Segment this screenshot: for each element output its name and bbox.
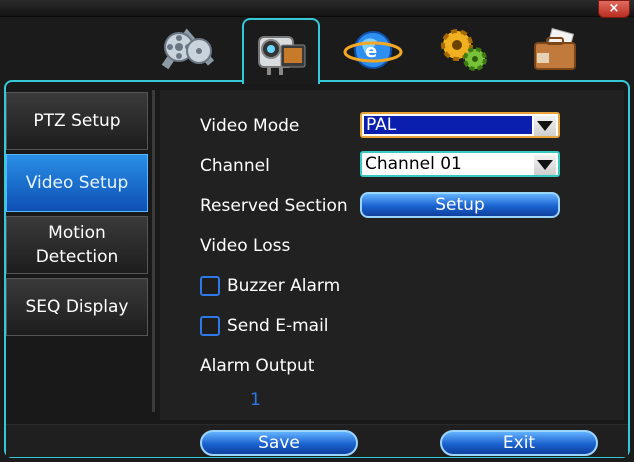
tab-network[interactable]: e [338, 20, 408, 80]
sidebar-item-label: Video Setup [25, 173, 129, 193]
exit-label: Exit [502, 433, 536, 453]
sidebar-item-video-setup[interactable]: Video Setup [6, 154, 148, 212]
channel-label: Channel [200, 156, 270, 176]
svg-text:e: e [365, 41, 377, 62]
exit-button[interactable]: Exit [440, 430, 598, 456]
sidebar-item-motion-detection[interactable]: Motion Detection [6, 216, 148, 274]
tab-system[interactable] [430, 20, 500, 80]
reserved-setup-button[interactable]: Setup [360, 192, 560, 218]
reserved-setup-label: Setup [435, 195, 485, 215]
briefcase-icon [534, 27, 576, 70]
alarm-output-value[interactable]: 1 [250, 390, 261, 410]
reserved-section-label: Reserved Section [200, 196, 348, 216]
camera-icon [258, 36, 306, 75]
sidebar-item-label: SEQ Display [25, 297, 129, 317]
chevron-down-icon[interactable] [534, 116, 556, 136]
chevron-down-icon[interactable] [534, 155, 556, 175]
alarm-output-label: Alarm Output [200, 356, 315, 376]
tab-advanced[interactable] [522, 20, 592, 80]
film-reel-icon [161, 28, 215, 70]
video-loss-label: Video Loss [200, 236, 291, 256]
dvr-setup-window: × e PTZ Setup Video Setup Motion Detecti… [0, 0, 634, 462]
sidebar-item-ptz-setup[interactable]: PTZ Setup [6, 92, 148, 150]
title-bar: × [0, 0, 634, 18]
send-email-label: Send E-mail [227, 316, 329, 336]
channel-select[interactable]: Channel 01 [360, 151, 560, 177]
top-tab-bar: e [0, 16, 634, 84]
sidebar-item-seq-display[interactable]: SEQ Display [6, 278, 148, 336]
channel-value: Channel 01 [365, 154, 462, 174]
save-label: Save [258, 433, 300, 453]
close-icon: × [608, 1, 620, 16]
tab-camera[interactable] [242, 18, 320, 84]
sidebar-item-label: Motion Detection [35, 223, 119, 267]
buzzer-alarm-checkbox[interactable] [200, 276, 220, 296]
sidebar-item-label: PTZ Setup [33, 111, 121, 131]
tab-record[interactable] [152, 20, 222, 80]
send-email-checkbox[interactable] [200, 316, 220, 336]
network-globe-icon: e [343, 31, 403, 69]
buzzer-alarm-label: Buzzer Alarm [227, 276, 341, 296]
video-mode-select[interactable]: PAL [360, 112, 560, 138]
sidebar-divider [152, 90, 155, 412]
video-mode-value: PAL [364, 115, 532, 135]
gears-icon [441, 29, 487, 71]
save-button[interactable]: Save [200, 430, 358, 456]
video-mode-label: Video Mode [200, 116, 300, 136]
